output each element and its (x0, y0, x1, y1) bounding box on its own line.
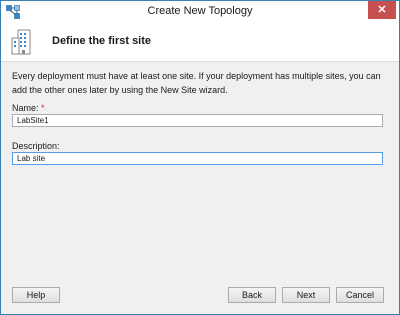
wizard-header: Define the first site (1, 23, 399, 62)
title-bar: Create New Topology ✕ (1, 1, 399, 23)
back-button[interactable]: Back (228, 287, 276, 303)
wizard-content: Every deployment must have at least one … (12, 69, 388, 165)
name-field-label: Name: * (12, 103, 45, 113)
name-field[interactable] (12, 114, 383, 127)
window-title: Create New Topology (147, 5, 253, 17)
name-label-text: Name: (12, 103, 39, 113)
required-marker: * (41, 103, 45, 113)
help-button[interactable]: Help (12, 287, 60, 303)
building-icon (11, 29, 31, 55)
close-button[interactable]: ✕ (368, 1, 396, 19)
instructions-text: Every deployment must have at least one … (12, 71, 381, 95)
cancel-button[interactable]: Cancel (336, 287, 384, 303)
next-button[interactable]: Next (282, 287, 330, 303)
wizard-window: Create New Topology ✕ Define the first s… (0, 0, 400, 315)
description-field-label: Description: (12, 141, 60, 151)
page-title: Define the first site (52, 35, 152, 47)
description-field[interactable] (12, 152, 383, 165)
